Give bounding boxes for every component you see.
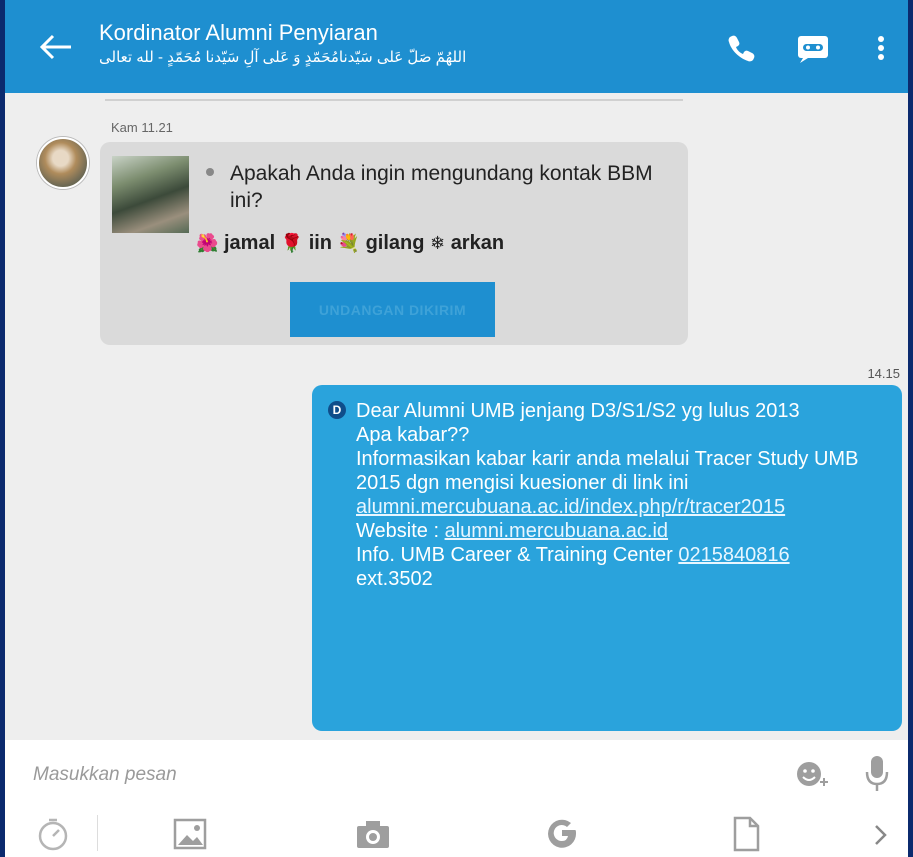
toolbar-divider [97,815,98,851]
image-icon[interactable] [173,818,207,855]
message-line: Dear Alumni UMB jenjang D3/S1/S2 yg lulu… [356,400,800,422]
message-line: Informasikan kabar karir anda melalui Tr… [356,448,859,494]
invitation-sent-button[interactable]: UNDANGAN DIKIRIM [290,282,495,337]
avatar[interactable] [37,137,89,189]
name-3: gilang [365,232,425,254]
incoming-timestamp: Kam 11.21 [111,120,173,135]
outgoing-message-bubble[interactable]: D Dear Alumni UMB jenjang D3/S1/S2 yg lu… [312,385,902,731]
phone-icon[interactable] [723,30,759,66]
chevron-right-icon[interactable] [871,822,891,853]
file-icon[interactable] [732,816,760,857]
camera-icon[interactable] [355,818,391,855]
tracer-link[interactable]: alumni.mercubuana.ac.id/index.php/r/trac… [356,496,785,518]
delivered-badge-icon: D [328,401,346,419]
contact-thumbnail[interactable] [112,156,189,233]
message-body: Dear Alumni UMB jenjang D3/S1/S2 yg lulu… [356,399,886,591]
more-vert-icon[interactable] [863,30,899,66]
composer-bar: Masukkan pesan [5,740,908,857]
google-icon[interactable] [545,816,579,855]
bbm-video-icon[interactable] [795,30,831,66]
website-label: Website : [356,520,445,542]
chat-title: Kordinator Alumni Penyiaran [99,20,378,45]
snowflake-emoji-icon: ❄ [430,233,446,253]
invite-text: Apakah Anda ingin mengundang kontak BBM … [230,162,653,212]
chat-screen: Kordinator Alumni Penyiaran اللهُمّ صَلّ… [5,0,908,857]
message-input[interactable]: Masukkan pesan [33,764,177,786]
separator [105,99,683,101]
bullet-icon [206,168,214,176]
rose-emoji-icon: 🌹 [280,233,304,253]
message-line: ext.3502 [356,568,433,590]
flower-emoji-icon: 🌺 [196,233,219,253]
bouquet-emoji-icon: 💐 [337,233,361,253]
chat-subtitle: اللهُمّ صَلّ عَلى سَيّدنامُحَمّدٍ وَ عَل… [99,49,467,66]
website-link[interactable]: alumni.mercubuana.ac.id [445,520,668,542]
name-2: iin [308,232,333,254]
name-1: jamal [223,232,276,254]
mic-icon[interactable] [863,754,891,799]
phone-link[interactable]: 0215840816 [678,544,789,566]
info-label: Info. UMB Career & Training Center [356,544,679,566]
contact-names: 🌺 jamal 🌹 iin 💐 gilang ❄ arkan [196,232,504,255]
timer-icon[interactable] [35,816,71,857]
back-arrow-icon[interactable] [35,30,75,64]
chat-title-block[interactable]: Kordinator Alumni Penyiaran اللهُمّ صَلّ… [99,20,466,68]
outgoing-timestamp: 14.15 [867,366,900,381]
emoji-icon[interactable] [795,758,831,797]
message-line: Apa kabar?? [356,424,470,446]
app-bar: Kordinator Alumni Penyiaran اللهُمّ صَلّ… [5,0,908,93]
name-4: arkan [450,232,505,254]
incoming-message-bubble[interactable]: Apakah Anda ingin mengundang kontak BBM … [100,142,688,345]
